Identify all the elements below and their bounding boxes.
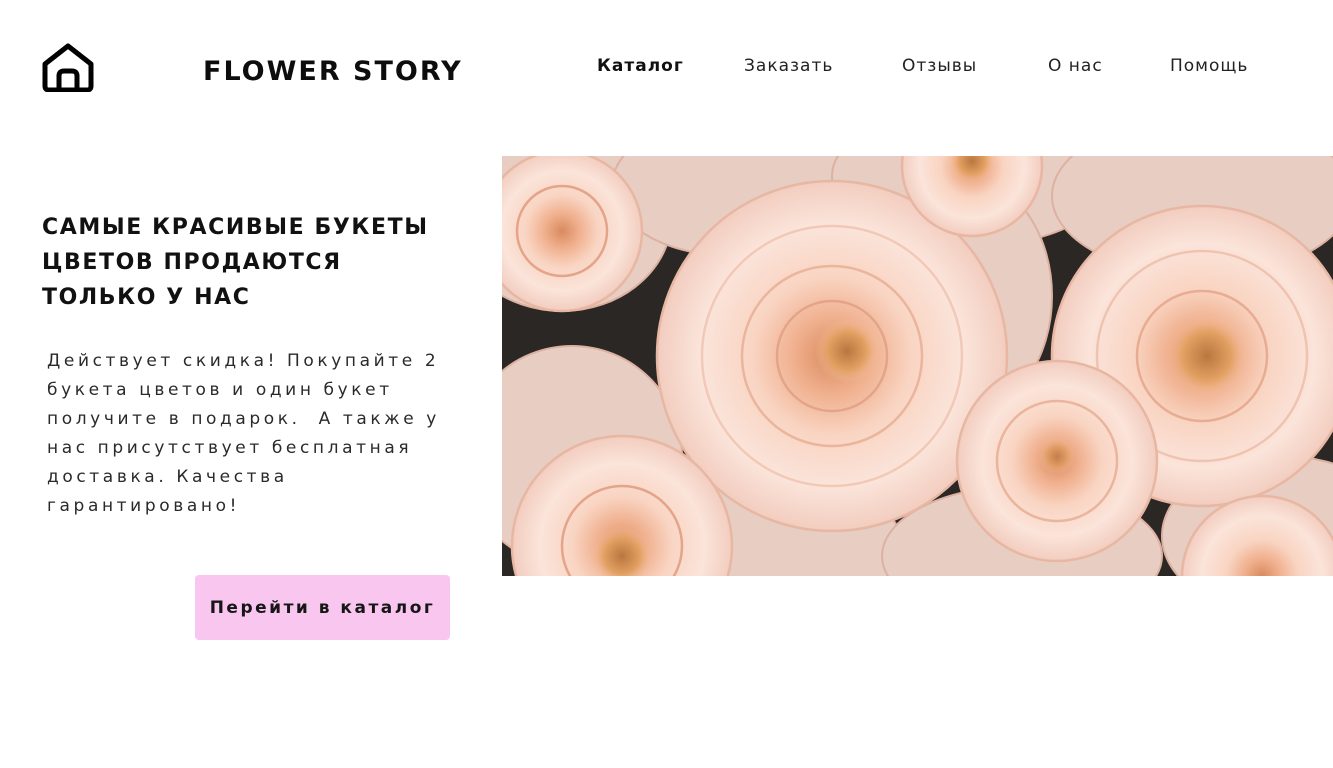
promo-line: доставка. Качества [47,467,288,487]
promo-line: гарантировано! [47,496,240,516]
headline-line: ТОЛЬКО У НАС [42,285,251,310]
nav-item-reviews[interactable]: Отзывы [902,56,977,76]
headline-line: САМЫЕ КРАСИВЫЕ БУКЕТЫ [42,215,429,240]
promo-text: Действует скидка! Покупайте 2 букета цве… [47,347,457,521]
nav-item-about[interactable]: О нас [1048,56,1103,76]
promo-line: Действует скидка! Покупайте 2 [47,351,440,371]
roses-photo [502,156,1333,576]
nav-item-order[interactable]: Заказать [744,56,833,76]
nav-item-help[interactable]: Помощь [1170,56,1248,76]
nav-item-catalog[interactable]: Каталог [597,56,684,76]
promo-line: букета цветов и один букет [47,380,393,400]
promo-line: нас присутствует бесплатная [47,438,413,458]
headline-line: ЦВЕТОВ ПРОДАЮТСЯ [42,250,342,275]
page: FLOWER STORY Каталог Заказать Отзывы О н… [0,0,1333,768]
promo-line: получите в подарок. А также у [47,409,440,429]
hero-headline: САМЫЕ КРАСИВЫЕ БУКЕТЫ ЦВЕТОВ ПРОДАЮТСЯ Т… [42,210,462,315]
home-icon[interactable] [40,42,96,93]
brand-title: FLOWER STORY [203,56,463,87]
go-to-catalog-button[interactable]: Перейти в каталог [195,575,450,640]
